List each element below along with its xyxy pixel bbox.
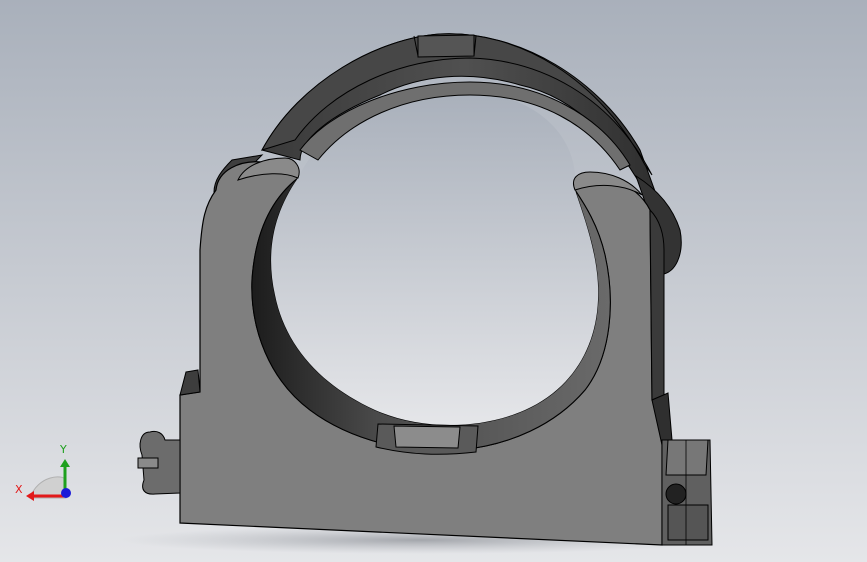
pipe-clamp-model[interactable]: [0, 0, 867, 562]
top-notch-face: [417, 34, 475, 58]
graphics-viewport[interactable]: X Y: [0, 0, 867, 562]
right-tab-top: [665, 439, 709, 476]
right-tab-hole: [665, 483, 687, 505]
left-tab-notch: [137, 457, 159, 469]
right-tab-slot: [667, 504, 709, 541]
x-axis-label: X: [15, 483, 23, 496]
right-side-face: [649, 208, 665, 401]
bottom-slot-inner: [393, 425, 461, 449]
view-orientation-triad: X Y: [8, 440, 80, 510]
z-axis-dot-icon: [61, 488, 71, 498]
y-axis-label: Y: [60, 443, 67, 456]
